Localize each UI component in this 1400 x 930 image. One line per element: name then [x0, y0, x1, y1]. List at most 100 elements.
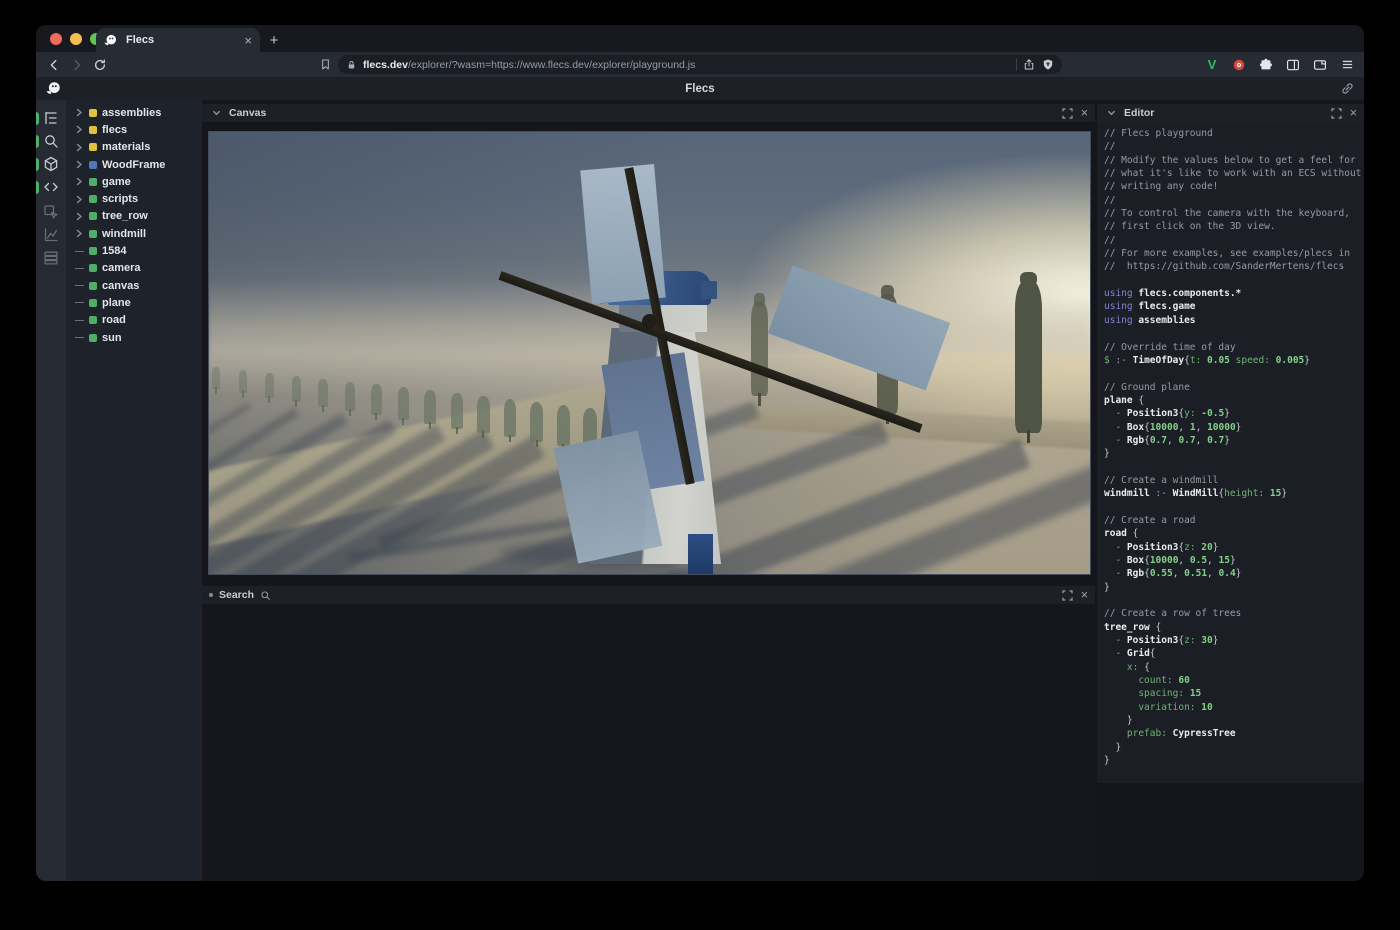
entity-kind-icon [89, 143, 97, 151]
back-button[interactable] [44, 55, 64, 75]
tree-trunk [402, 418, 404, 425]
cypress-tree [239, 370, 247, 394]
expand-chevron-icon[interactable] [74, 143, 84, 152]
extension-v-icon[interactable]: V [1203, 56, 1221, 74]
code-line: // [1104, 141, 1364, 154]
tree-item-plane[interactable]: plane [66, 294, 202, 311]
fullscreen-icon[interactable] [1061, 106, 1075, 120]
tree-item-WoodFrame[interactable]: WoodFrame [66, 156, 202, 173]
extension-red-icon[interactable] [1230, 56, 1248, 74]
traffic-lights [50, 33, 102, 45]
rail-scene-icon[interactable] [36, 155, 66, 175]
canvas-3d-view[interactable] [208, 131, 1091, 575]
editor-panel-header: Editor × [1097, 104, 1364, 122]
expand-chevron-icon[interactable] [74, 229, 84, 238]
tree-item-label: assemblies [102, 107, 161, 119]
close-icon[interactable]: × [1350, 107, 1357, 120]
tree-item-scripts[interactable]: scripts [66, 190, 202, 207]
expand-chevron-icon[interactable] [74, 125, 84, 134]
close-window-button[interactable] [50, 33, 62, 45]
new-tab-button[interactable]: + [264, 30, 284, 50]
code-line: $ :- TimeOfDay{t: 0.05 speed: 0.005} [1104, 355, 1364, 368]
tree-item-sun[interactable]: sun [66, 329, 202, 346]
tree-item-1584[interactable]: 1584 [66, 242, 202, 259]
wallet-icon[interactable] [1311, 56, 1329, 74]
tree-item-label: 1584 [102, 245, 126, 257]
extensions-puzzle-icon[interactable] [1257, 56, 1275, 74]
tree-item-game[interactable]: game [66, 173, 202, 190]
bookmark-icon[interactable] [315, 55, 335, 75]
entity-kind-icon [89, 126, 97, 134]
code-line: // Ground plane [1104, 382, 1364, 395]
tree-item-label: windmill [102, 228, 146, 240]
rail-code-icon[interactable] [36, 178, 66, 198]
cypress-tree [751, 302, 768, 396]
tree-item-label: tree_row [102, 210, 148, 222]
share-icon[interactable] [1023, 58, 1035, 71]
rail-data-icon[interactable] [36, 249, 66, 269]
fullscreen-icon[interactable] [1061, 588, 1075, 602]
tree-trunk [1027, 430, 1030, 443]
menu-icon[interactable] [1338, 56, 1356, 74]
expand-chevron-icon[interactable] [74, 212, 84, 221]
permalink-icon[interactable] [1340, 81, 1355, 96]
windmill-hub [642, 314, 657, 329]
reload-button[interactable] [90, 55, 110, 75]
chevron-down-icon[interactable] [1104, 106, 1118, 120]
url-bar[interactable]: flecs.dev /explorer/?wasm=https://www.fl… [338, 55, 1062, 74]
tab-title: Flecs [126, 34, 236, 46]
browser-window: Flecs × + flecs.dev /explorer/?wasm=http… [36, 25, 1364, 881]
code-line: // [1104, 235, 1364, 248]
expand-chevron-icon[interactable] [74, 195, 84, 204]
code-line: // Create a row of trees [1104, 608, 1364, 621]
expand-chevron-icon[interactable] [74, 177, 84, 186]
entity-kind-icon [89, 109, 97, 117]
tree-item-assemblies[interactable]: assemblies [66, 104, 202, 121]
tree-item-canvas[interactable]: canvas [66, 277, 202, 294]
expand-chevron-icon[interactable] [74, 160, 84, 169]
code-line: // [1104, 195, 1364, 208]
url-path: /explorer/?wasm=https://www.flecs.dev/ex… [408, 59, 1010, 71]
code-line [1104, 462, 1364, 475]
rail-search-icon[interactable] [36, 132, 66, 152]
fullscreen-icon[interactable] [1330, 106, 1344, 120]
close-icon[interactable]: × [1081, 589, 1088, 602]
chevron-down-icon[interactable] [209, 106, 223, 120]
tree-item-tree_row[interactable]: tree_row [66, 208, 202, 225]
tree-item-camera[interactable]: camera [66, 260, 202, 277]
minimize-window-button[interactable] [70, 33, 82, 45]
leaf-dash-icon [74, 302, 84, 303]
code-line: // Modify the values below to get a feel… [1104, 155, 1364, 168]
editor-panel-title: Editor [1124, 107, 1154, 119]
tree-item-windmill[interactable]: windmill [66, 225, 202, 242]
flecs-favicon-icon [104, 33, 118, 47]
code-line: // Flecs playground [1104, 128, 1364, 141]
rail-query-inspector-icon[interactable] [36, 203, 66, 223]
browser-tab[interactable]: Flecs × [96, 28, 260, 52]
tree-item-materials[interactable]: materials [66, 139, 202, 156]
collapsed-bullet-icon[interactable] [209, 593, 213, 597]
shield-icon[interactable] [1042, 58, 1054, 71]
leaf-dash-icon [74, 285, 84, 286]
tree-item-flecs[interactable]: flecs [66, 121, 202, 138]
tab-close-icon[interactable]: × [244, 34, 252, 47]
code-line: using assemblies [1104, 315, 1364, 328]
code-editor[interactable]: // Flecs playground//// Modify the value… [1097, 122, 1364, 783]
expand-chevron-icon[interactable] [74, 108, 84, 117]
split-view-icon[interactable] [1284, 56, 1302, 74]
leaf-dash-icon [74, 268, 84, 269]
code-line: - Position3{z: 20} [1104, 542, 1364, 555]
code-line: using flecs.game [1104, 301, 1364, 314]
code-line: } [1104, 755, 1364, 768]
code-line: - Position3{z: 30} [1104, 635, 1364, 648]
close-icon[interactable]: × [1081, 107, 1088, 120]
rail-statistics-icon[interactable] [36, 226, 66, 246]
rail-entity-tree-icon[interactable] [36, 109, 66, 129]
code-line: // Create a windmill [1104, 475, 1364, 488]
tree-trunk [758, 393, 761, 406]
canvas-panel-header: Canvas × [202, 104, 1095, 122]
tree-item-road[interactable]: road [66, 312, 202, 329]
forward-button[interactable] [67, 55, 87, 75]
entity-kind-icon [89, 212, 97, 220]
tree-item-label: materials [102, 141, 150, 153]
